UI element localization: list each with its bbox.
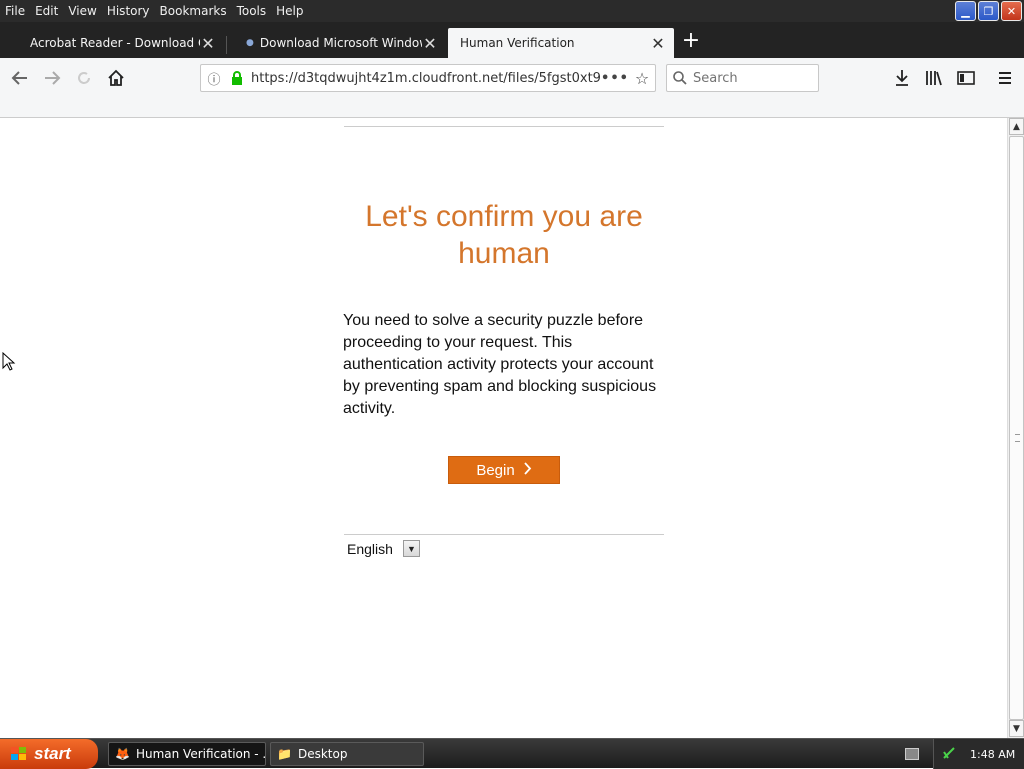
vertical-scrollbar[interactable]: ▲ ▼ <box>1007 118 1024 738</box>
tab-acrobat[interactable]: Acrobat Reader - Download Old Ve ✕ <box>18 28 224 58</box>
scroll-thumb[interactable] <box>1009 136 1024 720</box>
menu-file[interactable]: File <box>0 4 30 18</box>
divider-top <box>344 126 664 127</box>
hamburger-menu-icon <box>999 72 1011 84</box>
url-text[interactable]: https://d3tqdwujht4z1m.cloudfront.net/fi… <box>247 71 601 86</box>
tab-title: Download Microsoft Windows Insta <box>259 36 422 50</box>
toolbar-spacer <box>0 98 1024 118</box>
browser-icon: 🦊 <box>115 747 130 761</box>
page-actions-icon[interactable]: ••• <box>601 71 629 86</box>
search-input[interactable]: Search <box>666 64 819 92</box>
taskbar-item-label: Desktop <box>297 747 348 761</box>
search-placeholder: Search <box>693 70 738 86</box>
chevron-down-icon[interactable]: ▼ <box>402 540 420 557</box>
taskbar-item-browser[interactable]: 🦊 Human Verification - ... <box>108 742 266 766</box>
begin-button[interactable]: Begin <box>448 456 560 484</box>
address-bar[interactable]: ⓘ https://d3tqdwujht4z1m.cloudfront.net/… <box>200 64 656 92</box>
tab-strip: Acrobat Reader - Download Old Ve ✕ ● Dow… <box>0 22 1024 58</box>
home-button[interactable] <box>104 66 128 90</box>
menu-bar: File Edit View History Bookmarks Tools H… <box>0 0 1024 22</box>
reload-icon <box>78 72 90 84</box>
lock-icon[interactable] <box>227 71 247 85</box>
scroll-down-icon[interactable]: ▼ <box>1009 720 1024 737</box>
page-heading: Let's confirm you are human <box>365 200 643 270</box>
page-content: Let's confirm you are human You need to … <box>0 118 1007 738</box>
language-value: English <box>347 540 393 557</box>
downloads-button[interactable] <box>890 66 914 90</box>
sidebar-icon <box>957 71 975 85</box>
menu-history[interactable]: History <box>102 4 155 18</box>
menu-edit[interactable]: Edit <box>30 4 63 18</box>
keyboard-icon[interactable] <box>905 748 919 760</box>
tab-title: Acrobat Reader - Download Old Ve <box>30 36 200 50</box>
taskbar-item-label: Human Verification - ... <box>135 747 266 761</box>
menu-help[interactable]: Help <box>271 4 308 18</box>
close-window-button[interactable]: ✕ <box>1001 1 1022 21</box>
tab-separator <box>226 36 227 54</box>
home-icon <box>108 69 124 86</box>
start-label: start <box>34 744 71 763</box>
library-icon <box>926 71 942 86</box>
restore-icon: ❐ <box>983 4 994 18</box>
navigation-bar: ⓘ https://d3tqdwujht4z1m.cloudfront.net/… <box>0 58 1024 98</box>
close-tab-icon[interactable]: ✕ <box>650 34 666 53</box>
chevron-right-icon <box>523 461 532 479</box>
site-info-icon[interactable]: ⓘ <box>201 69 227 88</box>
close-tab-icon[interactable]: ✕ <box>422 34 438 53</box>
clock[interactable]: 1:48 AM <box>970 748 1015 761</box>
scroll-grip <box>1015 434 1020 442</box>
start-button[interactable]: start <box>0 739 98 769</box>
scroll-up-icon[interactable]: ▲ <box>1009 118 1024 135</box>
tab-attention-dot-icon: ● <box>246 38 254 48</box>
windows-logo-icon <box>10 746 28 762</box>
description-text: You need to solve a security puzzle befo… <box>343 312 657 417</box>
minimize-button[interactable]: ▁ <box>955 1 976 21</box>
tab-title: Human Verification <box>460 36 575 50</box>
taskbar: start 🦊 Human Verification - ... 📁 Deskt… <box>0 738 1024 769</box>
minimize-icon: ▁ <box>961 4 970 18</box>
reload-button[interactable] <box>72 66 96 90</box>
menu-view[interactable]: View <box>63 4 101 18</box>
network-icon[interactable] <box>942 746 956 763</box>
close-tab-icon[interactable]: ✕ <box>200 34 216 53</box>
library-button[interactable] <box>922 66 946 90</box>
folder-icon: 📁 <box>277 747 292 761</box>
mouse-cursor-icon <box>2 351 16 376</box>
taskbar-item-desktop[interactable]: 📁 Desktop <box>270 742 424 766</box>
window-controls: ▁ ❐ ✕ <box>955 1 1022 21</box>
tab-human-verification[interactable]: Human Verification ✕ <box>448 28 674 58</box>
forward-arrow-icon <box>45 71 61 85</box>
system-tray: 1:48 AM <box>933 739 1024 769</box>
language-selector[interactable]: English ▼ <box>347 540 420 557</box>
begin-label: Begin <box>476 461 515 479</box>
back-arrow-icon <box>11 71 27 85</box>
divider-bottom <box>344 534 664 535</box>
back-button[interactable] <box>8 66 32 90</box>
new-tab-button[interactable]: + <box>681 27 701 53</box>
forward-button[interactable] <box>40 66 64 90</box>
plus-icon: + <box>681 27 701 53</box>
bookmark-star-icon[interactable]: ☆ <box>629 69 655 88</box>
download-icon <box>896 70 908 86</box>
menu-button[interactable] <box>993 66 1017 90</box>
sidebar-button[interactable] <box>954 66 978 90</box>
close-icon: ✕ <box>1006 4 1017 18</box>
menu-tools[interactable]: Tools <box>232 4 272 18</box>
restore-button[interactable]: ❐ <box>978 1 999 21</box>
search-icon <box>667 71 693 85</box>
tab-windows-download[interactable]: ● Download Microsoft Windows Insta ✕ <box>234 28 446 58</box>
menu-bookmarks[interactable]: Bookmarks <box>155 4 232 18</box>
